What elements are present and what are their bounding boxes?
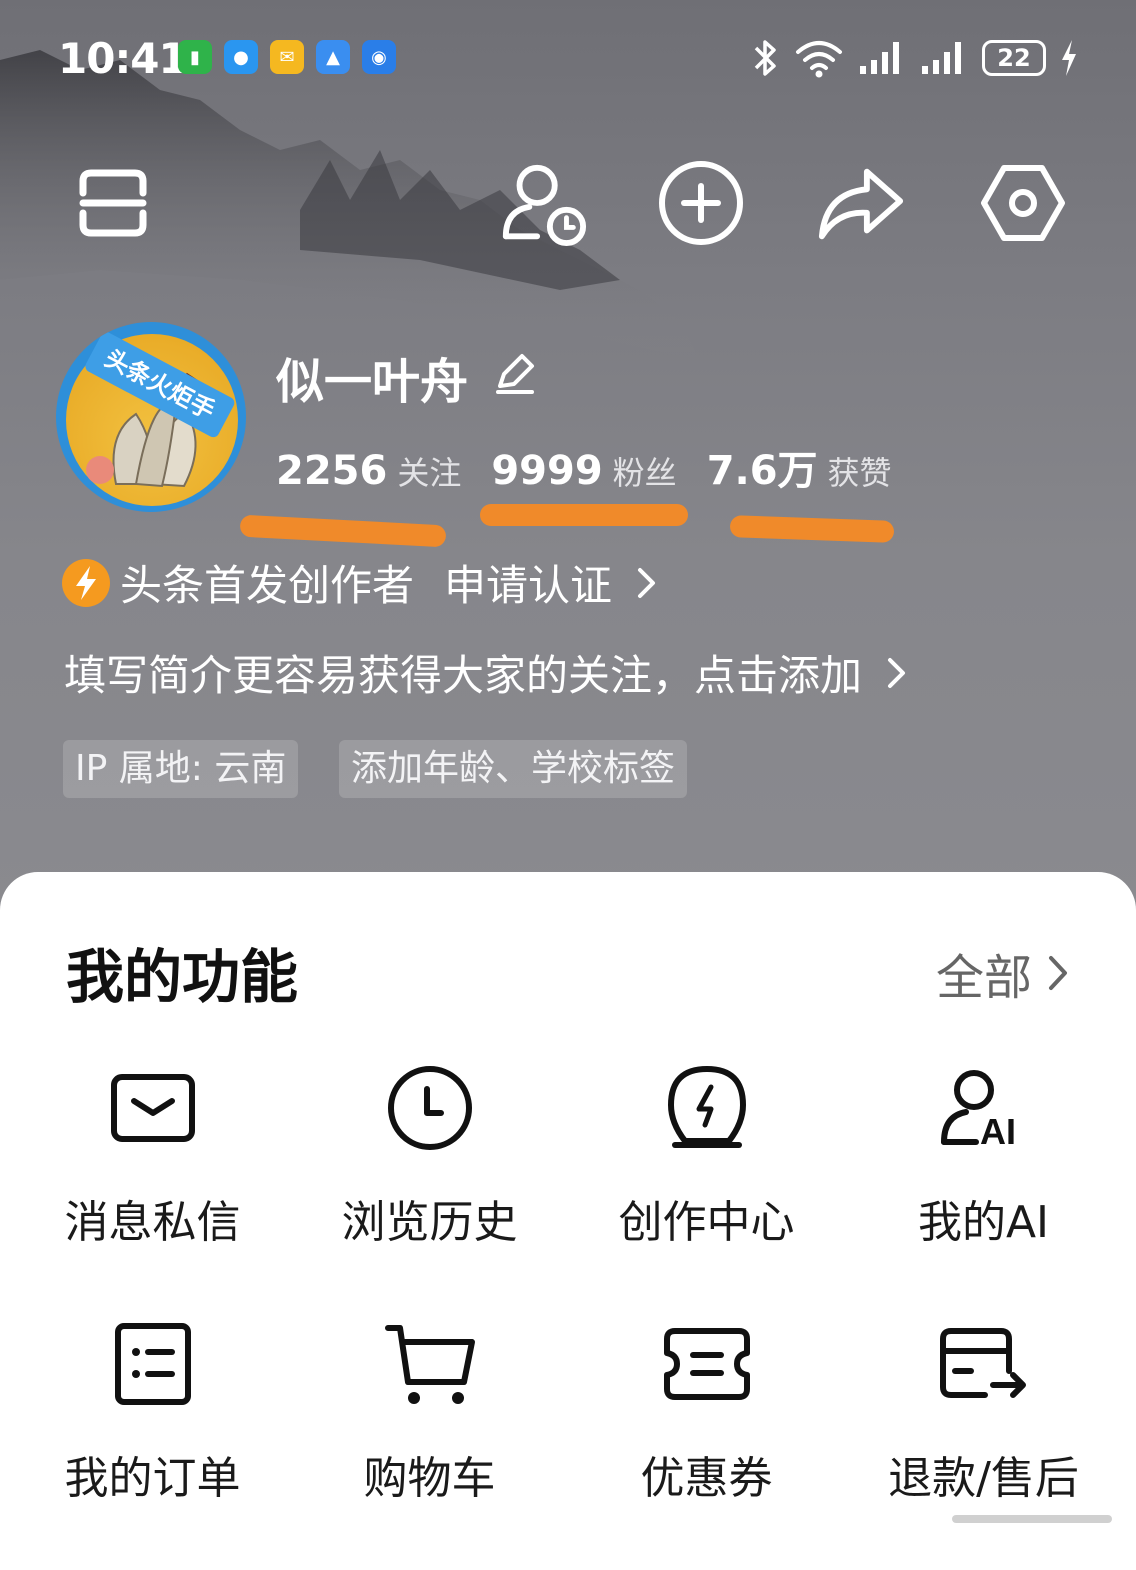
visitor-history-button[interactable] — [498, 158, 588, 248]
clock: 10:41 — [58, 34, 188, 83]
charging-icon — [1062, 40, 1076, 76]
following-label[interactable]: 关注 — [397, 448, 461, 494]
feature-my-ai[interactable]: AI 我的AI — [845, 1058, 1122, 1314]
share-icon — [818, 168, 904, 240]
feature-refund[interactable]: 退款/售后 — [845, 1314, 1122, 1570]
clock-icon — [380, 1058, 480, 1158]
mail-icon: ✉ — [270, 40, 304, 74]
following-count[interactable]: 2256 — [276, 448, 387, 494]
battery-level: 22 — [982, 40, 1046, 76]
edit-profile-button[interactable] — [492, 352, 536, 400]
features-grid: 消息私信 浏览历史 创作中心 AI 我的AI 我的订单 购物车 优惠券 退款/售… — [14, 1058, 1122, 1570]
username: 似一叶舟 — [276, 354, 469, 410]
feature-orders[interactable]: 我的订单 — [14, 1314, 291, 1570]
notification-icons: ▮ ● ✉ ▲ ◉ — [178, 40, 396, 74]
education-icon: ▲ — [316, 40, 350, 74]
feature-cart[interactable]: 购物车 — [291, 1314, 568, 1570]
feature-label: 浏览历史 — [341, 1197, 518, 1248]
refund-card-icon — [934, 1314, 1034, 1414]
ai-assistant-icon: AI — [934, 1058, 1034, 1158]
add-button[interactable] — [656, 158, 746, 248]
chevron-right-icon — [888, 658, 906, 688]
bluetooth-icon — [754, 40, 776, 76]
section-title: 我的功能 — [66, 943, 299, 1011]
top-action-bar — [0, 158, 1136, 248]
message-icon — [103, 1058, 203, 1158]
feature-label: 创作中心 — [618, 1197, 795, 1248]
wifi-icon — [796, 41, 842, 78]
feature-label: 消息私信 — [64, 1197, 241, 1248]
chevron-right-icon — [1049, 956, 1067, 990]
svg-text:AI: AI — [980, 1111, 1016, 1150]
share-button[interactable] — [816, 158, 906, 248]
pencil-icon — [496, 354, 534, 394]
scan-icon — [79, 169, 147, 237]
coupon-icon — [657, 1314, 757, 1414]
followers-label[interactable]: 粉丝 — [613, 448, 677, 494]
annotation-underline — [729, 515, 895, 543]
add-tags-button[interactable]: 添加年龄、学校标签 — [339, 740, 688, 798]
annotation-underline — [480, 504, 688, 526]
feature-label: 我的订单 — [64, 1453, 241, 1504]
battery-saver-icon: ▮ — [178, 40, 212, 74]
apply-verification-label: 申请认证 — [444, 561, 613, 610]
feature-label: 我的AI — [917, 1197, 1050, 1248]
likes-count[interactable]: 7.6万 — [707, 438, 818, 496]
ip-location-tag: IP 属地: 云南 — [63, 740, 299, 798]
profile-header: 10:41 ▮ ● ✉ ▲ ◉ 22 头条火炬手 似一叶舟 2256 关注 99… — [0, 0, 1136, 930]
lightning-icon — [62, 558, 110, 607]
chevron-right-icon — [638, 568, 656, 598]
avatar[interactable]: 头条火炬手 — [56, 322, 246, 512]
visitor-history-icon — [502, 164, 587, 247]
bio-prompt-text: 填写简介更容易获得大家的关注，点击添加 — [64, 651, 863, 700]
feature-messages[interactable]: 消息私信 — [14, 1058, 291, 1314]
view-all-button[interactable]: 全部 — [936, 938, 1070, 1008]
feature-label: 优惠券 — [640, 1453, 773, 1504]
feature-label: 退款/售后 — [888, 1453, 1079, 1504]
my-features-panel: 我的功能 全部 消息私信 浏览历史 创作中心 AI 我的AI 我的订单 购物车 … — [0, 872, 1136, 1545]
system-status-icons: 22 — [752, 38, 1078, 78]
profile-stats: 2256 关注 9999 粉丝 7.6万 获赞 — [276, 438, 922, 496]
status-bar: 10:41 ▮ ● ✉ ▲ ◉ 22 — [58, 34, 1078, 84]
creator-badge-row: 头条首发创作者 申请认证 — [62, 552, 659, 613]
view-all-label: 全部 — [935, 950, 1032, 1006]
order-list-icon — [103, 1314, 203, 1414]
settings-button[interactable] — [978, 158, 1068, 248]
feature-label: 购物车 — [363, 1453, 496, 1504]
cart-icon — [380, 1314, 480, 1414]
apply-verification-link[interactable]: 申请认证 — [444, 552, 659, 613]
settings-icon — [981, 165, 1065, 241]
scan-button[interactable] — [68, 158, 158, 248]
home-indicator — [952, 1515, 1112, 1523]
creator-bulb-icon — [657, 1058, 757, 1158]
bio-prompt[interactable]: 填写简介更容易获得大家的关注，点击添加 — [64, 642, 909, 703]
chat-icon: ● — [224, 40, 258, 74]
followers-count[interactable]: 9999 — [491, 448, 602, 494]
signal-icon — [922, 42, 961, 74]
creator-badge: 头条首发创作者 — [120, 561, 415, 610]
feature-coupons[interactable]: 优惠券 — [568, 1314, 845, 1570]
feature-history[interactable]: 浏览历史 — [291, 1058, 568, 1314]
likes-label[interactable]: 获赞 — [828, 448, 892, 494]
browser-icon: ◉ — [362, 40, 396, 74]
signal-icon — [860, 42, 899, 74]
feature-creator-center[interactable]: 创作中心 — [568, 1058, 845, 1314]
add-icon — [659, 161, 743, 245]
